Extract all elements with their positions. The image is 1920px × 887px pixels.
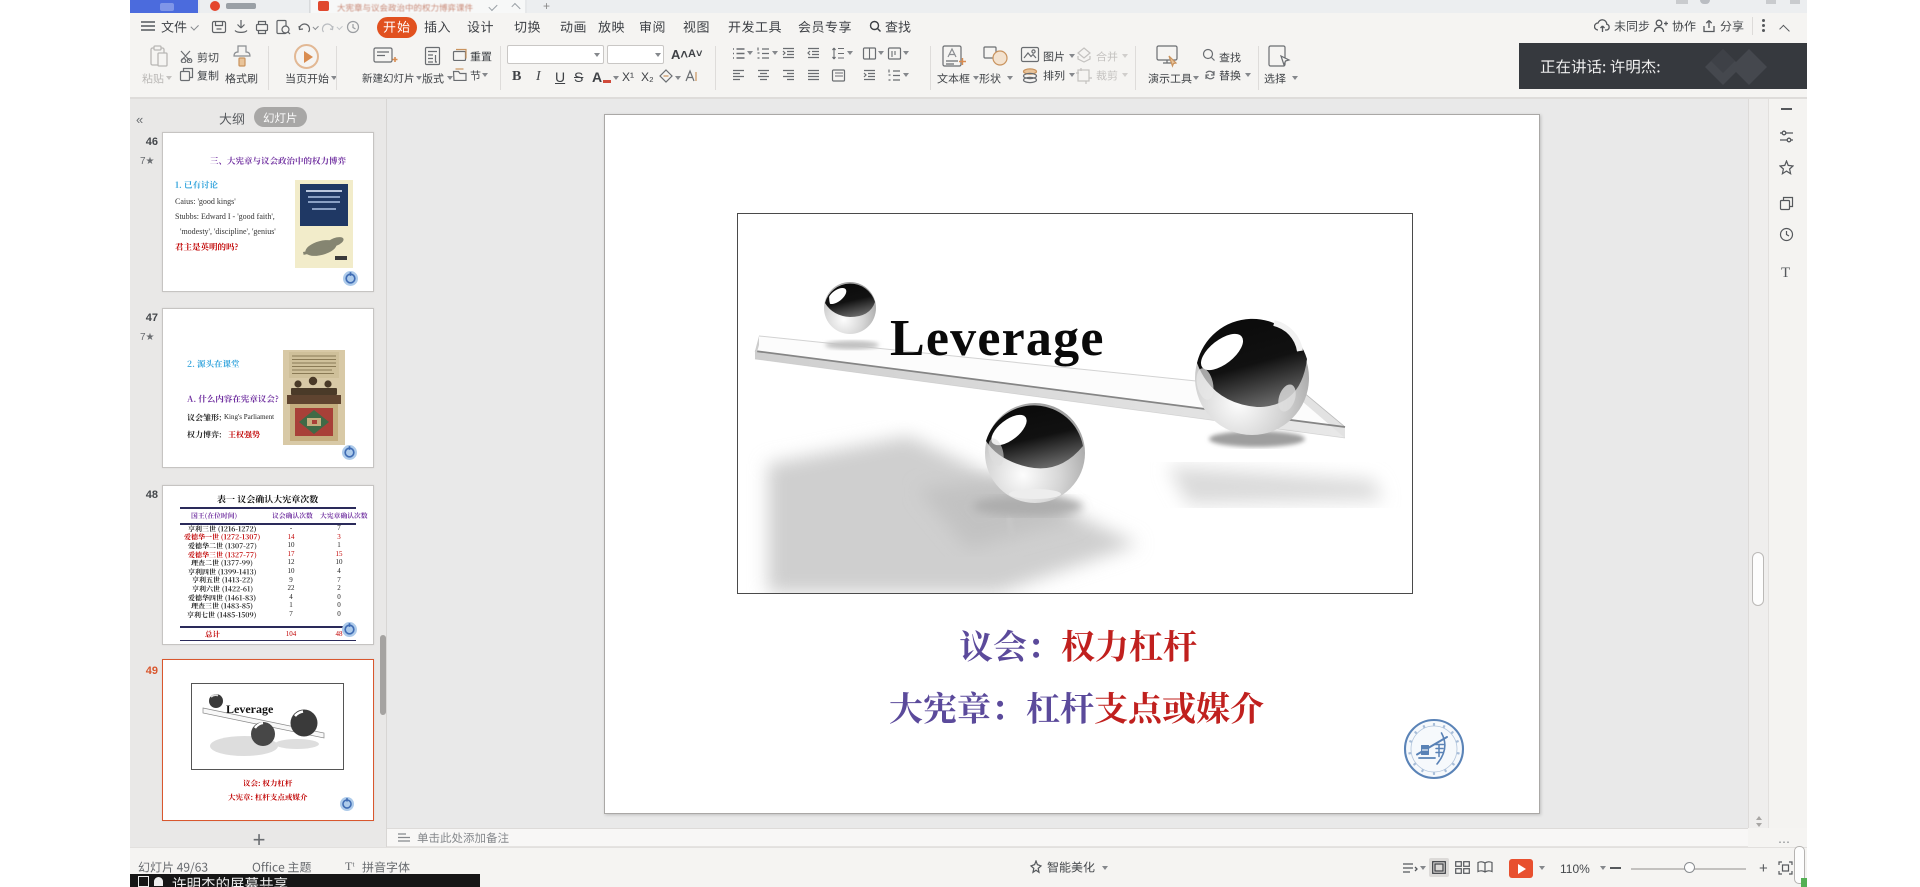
svg-text:Leverage: Leverage xyxy=(226,702,274,716)
